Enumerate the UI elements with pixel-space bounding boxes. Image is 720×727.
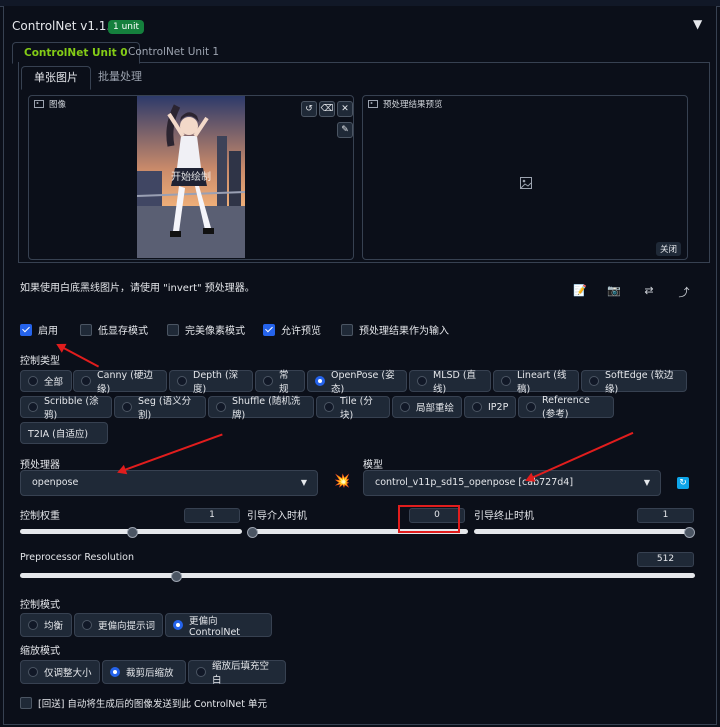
end-input[interactable]: 1 (637, 508, 694, 523)
end-label: 引导终止时机 (474, 511, 534, 522)
control-type-tile[interactable]: Tile (分块) (316, 396, 390, 421)
tab-batch[interactable]: 批量处理 (86, 66, 154, 88)
swap-icon[interactable]: ⇄ (642, 284, 656, 298)
image-icon (368, 100, 378, 108)
refresh-icon[interactable]: ↻ (677, 477, 689, 489)
resize-just-resize[interactable]: 仅调整大小 (20, 660, 100, 684)
preprocessed-as-input-checkbox[interactable]: 预处理结果作为输入 (341, 322, 449, 337)
chevron-down-icon: ▼ (643, 478, 650, 487)
annotation-box (398, 505, 460, 533)
control-type-canny[interactable]: Canny (硬边缘) (73, 370, 167, 395)
control-type-seg[interactable]: Seg (语义分割) (114, 396, 206, 421)
tab-single-image[interactable]: 单张图片 (21, 66, 91, 90)
chevron-down-icon: ▼ (300, 478, 307, 487)
control-type-normal[interactable]: 常规 (255, 370, 305, 395)
model-label: 模型 (363, 460, 383, 471)
end-slider-thumb[interactable] (684, 527, 695, 538)
unit-tabs: ControlNet Unit 0 ControlNet Unit 1 (12, 42, 710, 64)
end-slider-track[interactable] (474, 529, 694, 534)
control-type-reference[interactable]: Reference (参考) (518, 395, 614, 420)
resolution-slider-thumb[interactable] (171, 571, 182, 582)
weight-slider-thumb[interactable] (127, 527, 138, 538)
triangle-down-icon[interactable]: ▼ (693, 17, 702, 31)
control-type-scribble[interactable]: Scribble (涂鸦) (20, 396, 112, 421)
mode-balanced[interactable]: 均衡 (20, 613, 72, 637)
allow-preview-checkbox[interactable]: 允许预览 (263, 322, 321, 337)
control-type-ip2p[interactable]: IP2P (464, 396, 516, 418)
preprocessor-label: 预处理器 (20, 460, 60, 471)
edit-icon[interactable]: 📝 (573, 284, 587, 298)
resolution-label: Preprocessor Resolution (20, 552, 134, 563)
control-mode-label: 控制模式 (20, 600, 60, 611)
checkbox-box[interactable] (167, 323, 179, 336)
preprocessor-select[interactable]: openpose ▼ (20, 470, 318, 496)
checkbox-box[interactable] (263, 323, 275, 336)
mode-prompt[interactable]: 更偏向提示词 (74, 613, 163, 637)
control-type-inpaint[interactable]: 局部重绘 (392, 396, 462, 418)
start-slider-thumb[interactable] (247, 527, 258, 538)
camera-icon[interactable]: 📷 (607, 284, 621, 298)
image-placeholder-icon (520, 177, 532, 189)
weight-label: 控制权重 (20, 511, 60, 522)
close-icon[interactable]: ✕ (337, 101, 353, 117)
image-box-label: 图像 (49, 100, 67, 110)
control-type-shuffle[interactable]: Shuffle (随机洗牌) (208, 396, 314, 421)
control-type-lineart[interactable]: Lineart (线稿) (493, 370, 579, 395)
uploaded-image[interactable]: 开始绘制 (137, 96, 245, 258)
send-dimensions-icon[interactable]: ⤴ (677, 284, 691, 299)
control-type-all[interactable]: 全部 (20, 370, 72, 392)
checkbox-box[interactable] (20, 323, 32, 336)
checkbox-box[interactable] (341, 323, 353, 336)
checkbox-box[interactable] (80, 323, 92, 336)
invert-hint: 如果使用白底黑线图片，请使用 "invert" 预处理器。 (20, 283, 255, 294)
control-type-openpose[interactable]: OpenPose (姿态) (307, 370, 407, 395)
resolution-slider-track[interactable] (20, 573, 695, 578)
model-select[interactable]: control_v11p_sd15_openpose [cab727d4] ▼ (363, 470, 661, 496)
resize-fill[interactable]: 缩放后填充空白 (188, 660, 286, 686)
control-type-mlsd[interactable]: MLSD (直线) (409, 370, 491, 395)
undo-icon[interactable]: ↺ (301, 101, 317, 117)
preview-box: 预处理结果预览 关闭 (362, 95, 688, 260)
control-type-softedge[interactable]: SoftEdge (软边缘) (581, 370, 687, 395)
brush-icon[interactable]: ✎ (337, 122, 353, 138)
enable-checkbox[interactable]: 启用 (20, 322, 58, 337)
resolution-input[interactable]: 512 (637, 552, 694, 567)
checkbox-box[interactable] (20, 697, 32, 709)
unit-count-badge: 1 unit (108, 20, 145, 34)
draw-start-overlay: 开始绘制 (171, 170, 211, 183)
run-preprocessor-icon[interactable]: 💥 (334, 474, 350, 489)
eraser-icon[interactable]: ⌫ (319, 101, 335, 117)
resize-mode-label: 缩放模式 (20, 646, 60, 657)
tab-unit-1[interactable]: ControlNet Unit 1 (117, 42, 230, 62)
control-type-t2ia[interactable]: T2IA (自适应) (20, 422, 108, 444)
pixel-perfect-checkbox[interactable]: 完美像素模式 (167, 322, 245, 337)
start-label: 引导介入时机 (247, 511, 307, 522)
image-icon (34, 100, 44, 108)
loopback-checkbox[interactable]: [回送] 自动将生成后的图像发送到此 ControlNet 单元 (20, 696, 267, 710)
weight-input[interactable]: 1 (184, 508, 240, 523)
preview-box-label: 预处理结果预览 (383, 100, 443, 110)
mode-controlnet[interactable]: 更偏向 ControlNet (165, 613, 272, 638)
resize-crop[interactable]: 裁剪后缩放 (102, 660, 186, 684)
control-type-label: 控制类型 (20, 356, 60, 367)
close-preview-button[interactable]: 关闭 (655, 242, 681, 256)
control-type-depth[interactable]: Depth (深度) (169, 370, 253, 395)
low-vram-checkbox[interactable]: 低显存模式 (80, 322, 148, 337)
